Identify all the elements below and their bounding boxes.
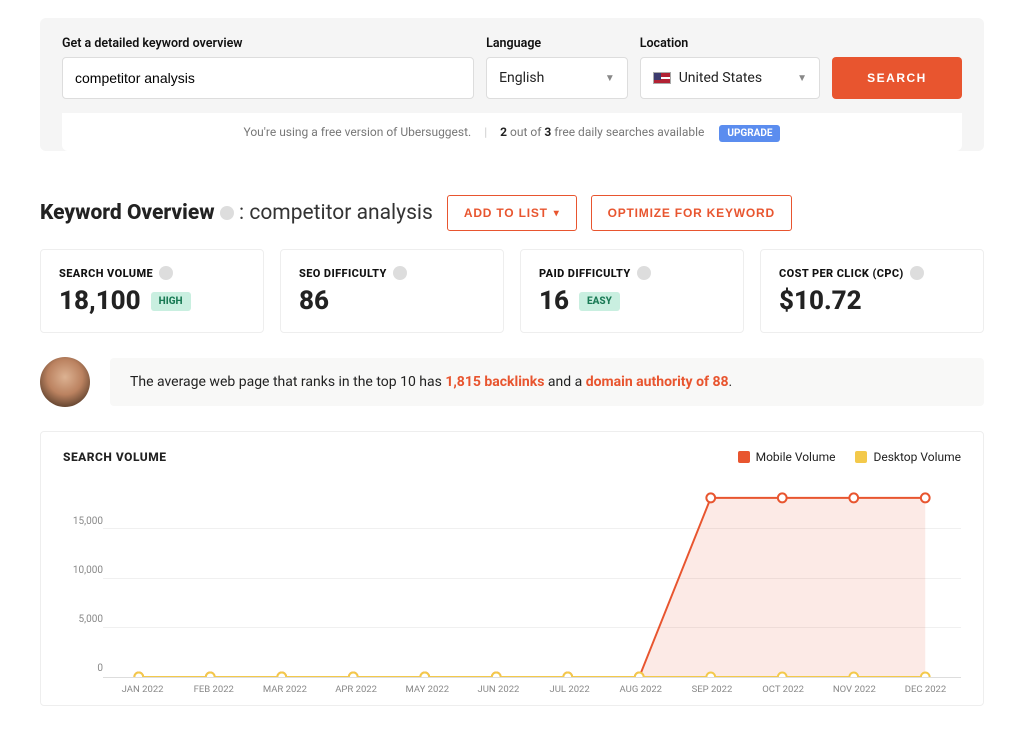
usage-total: 3 (544, 125, 551, 139)
optimize-button[interactable]: OPTIMIZE FOR KEYWORD (591, 195, 792, 231)
location-select[interactable]: United States ▼ (640, 57, 820, 99)
metric-seo-difficulty: SEO DIFFICULTY 86 (280, 249, 504, 333)
chart-card: SEARCH VOLUME Mobile Volume Desktop Volu… (40, 431, 984, 706)
page-title: Keyword Overview : competitor analysis (40, 201, 433, 225)
seo-difficulty-value: 86 (299, 286, 329, 316)
search-volume-value: 18,100 (59, 286, 141, 316)
chart-xaxis: JAN 2022FEB 2022MAR 2022APR 2022MAY 2022… (107, 684, 961, 695)
paid-difficulty-value: 16 (539, 286, 569, 316)
tip-domain-authority: domain authority of 88 (586, 374, 729, 390)
search-button[interactable]: SEARCH (832, 57, 962, 99)
language-label: Language (486, 36, 628, 51)
info-icon[interactable] (220, 206, 234, 220)
usage-prefix: You're using a free version of Ubersugge… (244, 125, 472, 139)
metric-search-volume: SEARCH VOLUME 18,100 HIGH (40, 249, 264, 333)
keyword-input[interactable] (75, 70, 461, 86)
usage-remaining: 2 (500, 125, 507, 139)
chevron-down-icon: ▼ (797, 73, 807, 84)
keyword-label: Get a detailed keyword overview (62, 36, 474, 51)
language-value: English (499, 70, 544, 86)
chart-title: SEARCH VOLUME (63, 450, 166, 464)
easy-badge: EASY (579, 292, 620, 311)
language-select[interactable]: English ▼ (486, 57, 628, 99)
flag-us-icon (653, 72, 671, 84)
search-panel: Get a detailed keyword overview Language… (40, 18, 984, 151)
high-badge: HIGH (151, 292, 191, 311)
chart-yaxis: 15,000 10,000 5,000 0 (63, 478, 103, 678)
metric-paid-difficulty: PAID DIFFICULTY 16 EASY (520, 249, 744, 333)
cpc-value: $10.72 (779, 286, 862, 316)
info-icon[interactable] (637, 266, 651, 280)
keyword-input-wrap[interactable] (62, 57, 474, 99)
add-to-list-button[interactable]: ADD TO LIST ▾ (447, 195, 577, 231)
info-icon[interactable] (910, 266, 924, 280)
info-icon[interactable] (393, 266, 407, 280)
chevron-down-icon: ▼ (605, 73, 615, 84)
legend-swatch-mobile (738, 451, 750, 463)
avatar (40, 357, 90, 407)
chart-plot (103, 478, 961, 678)
chart-legend: Mobile Volume Desktop Volume (738, 450, 961, 464)
info-icon[interactable] (159, 266, 173, 280)
upgrade-button[interactable]: UPGRADE (719, 125, 780, 142)
location-value: United States (679, 70, 762, 86)
usage-bar: You're using a free version of Ubersugge… (62, 113, 962, 151)
tip-box: The average web page that ranks in the t… (110, 358, 984, 406)
location-label: Location (640, 36, 820, 51)
metric-cpc: COST PER CLICK (CPC) $10.72 (760, 249, 984, 333)
chevron-down-icon: ▾ (554, 208, 560, 219)
legend-swatch-desktop (855, 451, 867, 463)
tip-backlinks: 1,815 backlinks (445, 374, 544, 390)
